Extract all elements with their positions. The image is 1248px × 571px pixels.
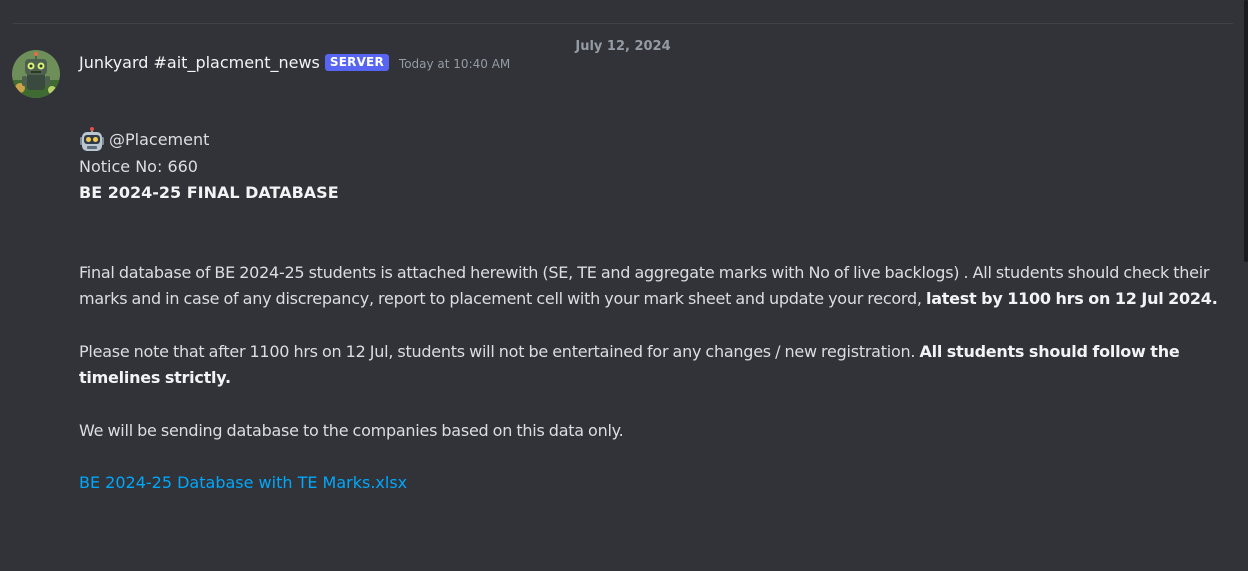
author-name[interactable]: Junkyard #ait_placment_news — [79, 53, 320, 72]
scrollbar[interactable] — [1244, 0, 1248, 262]
message-content: @Placement Notice No: 660 BE 2024-25 FIN… — [79, 127, 1219, 497]
paragraph-1: Final database of BE 2024-25 students is… — [79, 260, 1219, 313]
role-mention[interactable]: @Placement — [109, 127, 209, 154]
mention-line: @Placement — [79, 127, 1219, 154]
robot-face-icon — [80, 127, 104, 152]
paragraph-3: We will be sending database to the compa… — [79, 420, 624, 440]
chat-message-view: July 12, 2024 Junkyard #ait_placment_new… — [0, 0, 1248, 571]
notice-headline: BE 2024-25 FINAL DATABASE — [79, 183, 339, 202]
attachment-link[interactable]: BE 2024-25 Database with TE Marks.xlsx — [79, 473, 407, 492]
notice-number: Notice No: 660 — [79, 156, 198, 176]
paragraph-2: Please note that after 1100 hrs on 12 Ju… — [79, 339, 1219, 392]
server-tag: SERVER — [324, 53, 389, 71]
date-divider: July 12, 2024 — [13, 23, 1233, 55]
message-timestamp[interactable]: Today at 10:40 AM — [399, 57, 510, 71]
author-avatar[interactable] — [12, 50, 60, 98]
message-header: Junkyard #ait_placment_news SERVER Today… — [79, 50, 510, 74]
paragraph-2-text: Please note that after 1100 hrs on 12 Ju… — [79, 341, 920, 361]
date-divider-label: July 12, 2024 — [571, 39, 675, 55]
robot-avatar-icon — [12, 50, 60, 98]
paragraph-1-deadline: latest by 1100 hrs on 12 Jul 2024. — [925, 289, 1218, 308]
